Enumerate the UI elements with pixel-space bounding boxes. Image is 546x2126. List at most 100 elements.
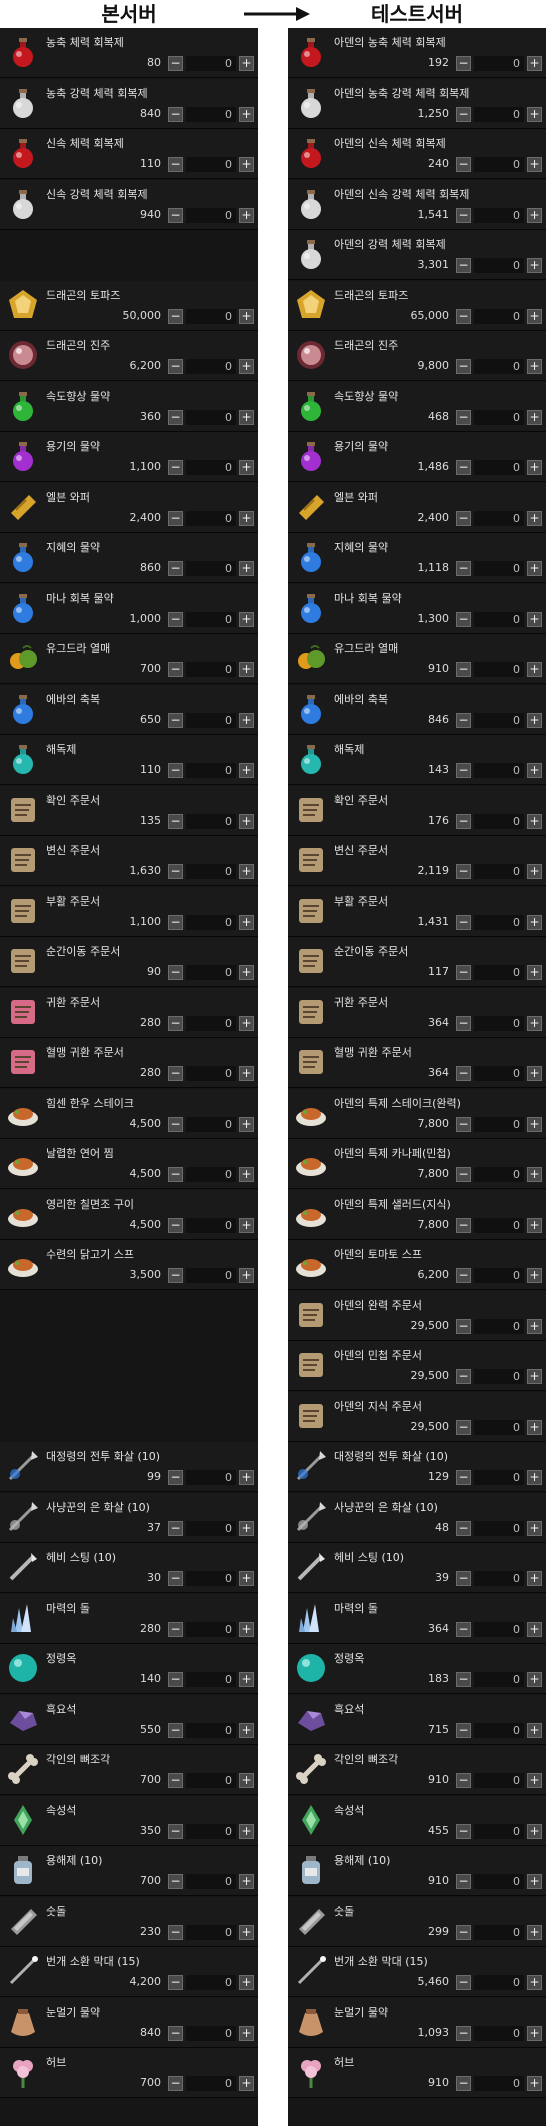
quantity-input[interactable]: 0 bbox=[474, 1369, 524, 1384]
increase-quantity-button[interactable]: + bbox=[239, 1218, 254, 1233]
decrease-quantity-button[interactable]: − bbox=[456, 1369, 471, 1384]
increase-quantity-button[interactable]: + bbox=[527, 410, 542, 425]
decrease-quantity-button[interactable]: − bbox=[168, 1016, 183, 1031]
increase-quantity-button[interactable]: + bbox=[527, 965, 542, 980]
quantity-input[interactable]: 0 bbox=[186, 1117, 236, 1132]
increase-quantity-button[interactable]: + bbox=[527, 2076, 542, 2091]
quantity-input[interactable]: 0 bbox=[186, 157, 236, 172]
decrease-quantity-button[interactable]: − bbox=[456, 1066, 471, 1081]
quantity-input[interactable]: 0 bbox=[474, 1773, 524, 1788]
increase-quantity-button[interactable]: + bbox=[527, 662, 542, 677]
quantity-input[interactable]: 0 bbox=[186, 713, 236, 728]
increase-quantity-button[interactable]: + bbox=[239, 1925, 254, 1940]
decrease-quantity-button[interactable]: − bbox=[168, 864, 183, 879]
decrease-quantity-button[interactable]: − bbox=[456, 965, 471, 980]
increase-quantity-button[interactable]: + bbox=[239, 56, 254, 71]
quantity-input[interactable]: 0 bbox=[474, 1874, 524, 1889]
quantity-input[interactable]: 0 bbox=[474, 107, 524, 122]
increase-quantity-button[interactable]: + bbox=[239, 1824, 254, 1839]
decrease-quantity-button[interactable]: − bbox=[456, 107, 471, 122]
increase-quantity-button[interactable]: + bbox=[527, 258, 542, 273]
increase-quantity-button[interactable]: + bbox=[239, 561, 254, 576]
quantity-input[interactable]: 0 bbox=[474, 359, 524, 374]
quantity-input[interactable]: 0 bbox=[474, 864, 524, 879]
decrease-quantity-button[interactable]: − bbox=[168, 1723, 183, 1738]
decrease-quantity-button[interactable]: − bbox=[168, 2026, 183, 2041]
quantity-input[interactable]: 0 bbox=[186, 56, 236, 71]
increase-quantity-button[interactable]: + bbox=[527, 1672, 542, 1687]
decrease-quantity-button[interactable]: − bbox=[456, 1470, 471, 1485]
decrease-quantity-button[interactable]: − bbox=[456, 612, 471, 627]
increase-quantity-button[interactable]: + bbox=[239, 511, 254, 526]
quantity-input[interactable]: 0 bbox=[186, 410, 236, 425]
quantity-input[interactable]: 0 bbox=[474, 1925, 524, 1940]
quantity-input[interactable]: 0 bbox=[186, 1773, 236, 1788]
quantity-input[interactable]: 0 bbox=[474, 258, 524, 273]
increase-quantity-button[interactable]: + bbox=[527, 1723, 542, 1738]
decrease-quantity-button[interactable]: − bbox=[456, 864, 471, 879]
quantity-input[interactable]: 0 bbox=[474, 814, 524, 829]
decrease-quantity-button[interactable]: − bbox=[456, 814, 471, 829]
increase-quantity-button[interactable]: + bbox=[239, 662, 254, 677]
decrease-quantity-button[interactable]: − bbox=[456, 1268, 471, 1283]
increase-quantity-button[interactable]: + bbox=[239, 814, 254, 829]
decrease-quantity-button[interactable]: − bbox=[456, 1824, 471, 1839]
increase-quantity-button[interactable]: + bbox=[527, 1117, 542, 1132]
decrease-quantity-button[interactable]: − bbox=[168, 208, 183, 223]
quantity-input[interactable]: 0 bbox=[186, 107, 236, 122]
decrease-quantity-button[interactable]: − bbox=[456, 1925, 471, 1940]
decrease-quantity-button[interactable]: − bbox=[168, 965, 183, 980]
quantity-input[interactable]: 0 bbox=[186, 1167, 236, 1182]
decrease-quantity-button[interactable]: − bbox=[456, 1218, 471, 1233]
increase-quantity-button[interactable]: + bbox=[239, 1773, 254, 1788]
increase-quantity-button[interactable]: + bbox=[527, 1622, 542, 1637]
increase-quantity-button[interactable]: + bbox=[239, 1016, 254, 1031]
quantity-input[interactable]: 0 bbox=[474, 1521, 524, 1536]
decrease-quantity-button[interactable]: − bbox=[456, 157, 471, 172]
quantity-input[interactable]: 0 bbox=[474, 1016, 524, 1031]
increase-quantity-button[interactable]: + bbox=[239, 410, 254, 425]
quantity-input[interactable]: 0 bbox=[474, 511, 524, 526]
increase-quantity-button[interactable]: + bbox=[239, 1117, 254, 1132]
decrease-quantity-button[interactable]: − bbox=[168, 309, 183, 324]
increase-quantity-button[interactable]: + bbox=[527, 763, 542, 778]
decrease-quantity-button[interactable]: − bbox=[168, 56, 183, 71]
quantity-input[interactable]: 0 bbox=[186, 915, 236, 930]
quantity-input[interactable]: 0 bbox=[186, 208, 236, 223]
quantity-input[interactable]: 0 bbox=[474, 1824, 524, 1839]
increase-quantity-button[interactable]: + bbox=[239, 713, 254, 728]
increase-quantity-button[interactable]: + bbox=[239, 965, 254, 980]
decrease-quantity-button[interactable]: − bbox=[456, 1571, 471, 1586]
quantity-input[interactable]: 0 bbox=[186, 1268, 236, 1283]
increase-quantity-button[interactable]: + bbox=[239, 107, 254, 122]
increase-quantity-button[interactable]: + bbox=[239, 208, 254, 223]
increase-quantity-button[interactable]: + bbox=[527, 1824, 542, 1839]
quantity-input[interactable]: 0 bbox=[186, 1925, 236, 1940]
quantity-input[interactable]: 0 bbox=[474, 561, 524, 576]
increase-quantity-button[interactable]: + bbox=[527, 1470, 542, 1485]
increase-quantity-button[interactable]: + bbox=[527, 1167, 542, 1182]
decrease-quantity-button[interactable]: − bbox=[168, 157, 183, 172]
quantity-input[interactable]: 0 bbox=[186, 1470, 236, 1485]
quantity-input[interactable]: 0 bbox=[474, 1066, 524, 1081]
quantity-input[interactable]: 0 bbox=[474, 1218, 524, 1233]
increase-quantity-button[interactable]: + bbox=[527, 56, 542, 71]
decrease-quantity-button[interactable]: − bbox=[456, 561, 471, 576]
increase-quantity-button[interactable]: + bbox=[239, 2026, 254, 2041]
increase-quantity-button[interactable]: + bbox=[527, 208, 542, 223]
increase-quantity-button[interactable]: + bbox=[527, 1874, 542, 1889]
increase-quantity-button[interactable]: + bbox=[527, 1268, 542, 1283]
increase-quantity-button[interactable]: + bbox=[239, 2076, 254, 2091]
increase-quantity-button[interactable]: + bbox=[527, 359, 542, 374]
increase-quantity-button[interactable]: + bbox=[527, 1420, 542, 1435]
increase-quantity-button[interactable]: + bbox=[527, 1925, 542, 1940]
increase-quantity-button[interactable]: + bbox=[527, 915, 542, 930]
decrease-quantity-button[interactable]: − bbox=[168, 1824, 183, 1839]
quantity-input[interactable]: 0 bbox=[474, 1117, 524, 1132]
increase-quantity-button[interactable]: + bbox=[239, 309, 254, 324]
quantity-input[interactable]: 0 bbox=[186, 1975, 236, 1990]
decrease-quantity-button[interactable]: − bbox=[456, 1117, 471, 1132]
increase-quantity-button[interactable]: + bbox=[527, 1975, 542, 1990]
quantity-input[interactable]: 0 bbox=[474, 208, 524, 223]
decrease-quantity-button[interactable]: − bbox=[456, 1773, 471, 1788]
